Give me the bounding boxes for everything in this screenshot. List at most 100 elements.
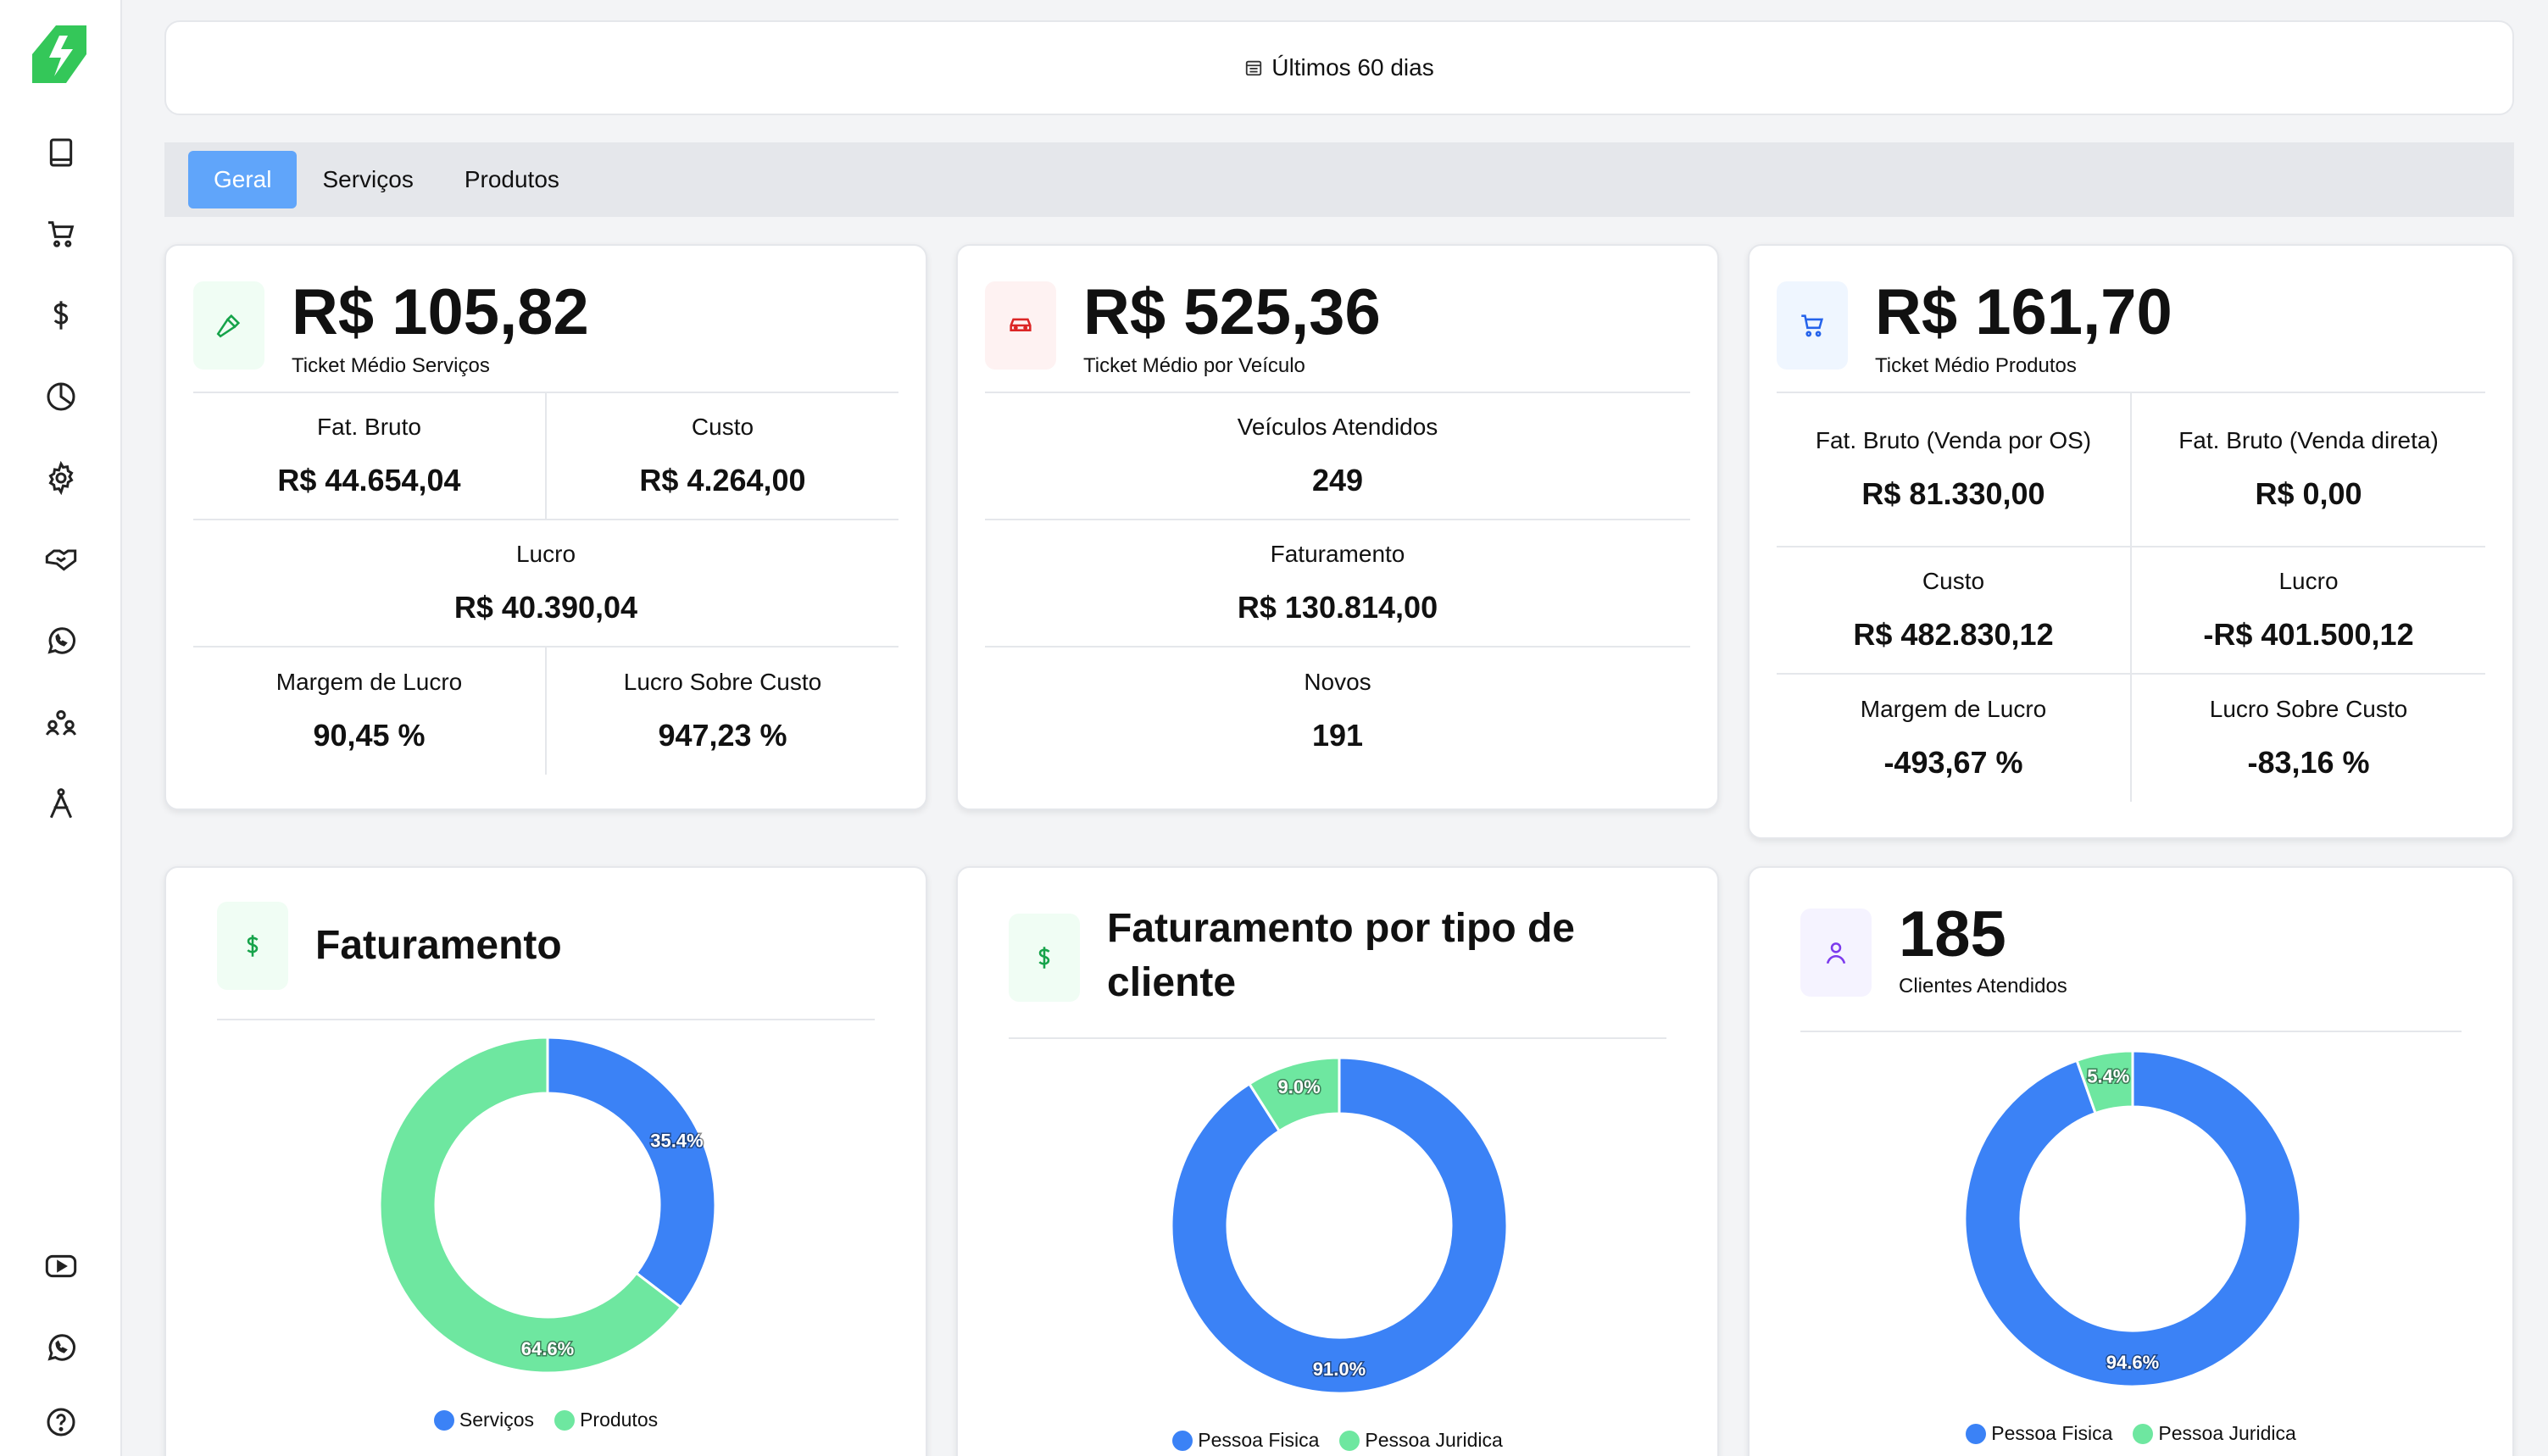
legend-swatch [1339,1430,1360,1451]
slice-label: 94.6% [2106,1352,2159,1373]
tab-produtos[interactable]: Produtos [439,151,585,208]
donut-slice-servi-os[interactable] [546,1036,717,1309]
legend-label: Pessoa Fisica [1198,1429,1320,1451]
sidebar [0,0,122,1456]
main-content: Últimos 60 dias Geral Serviços Produtos … [164,0,2514,1456]
stat-value: R$ 482.830,12 [1853,617,2054,652]
legend-swatch [554,1409,576,1431]
card-chart-faturamento: Faturamento 35.4% 64.6% Serviços Produtos [164,866,927,1456]
stat-label: Lucro [515,541,576,567]
ticket-servicos-value: R$ 105,82 [292,276,589,348]
sidebar-cart-icon[interactable] [34,207,88,261]
chart-legend: Pessoa Fisica Pessoa Juridica [1750,1422,2512,1445]
car-icon [985,281,1056,370]
legend-item-pessoa-juridica[interactable]: Pessoa Juridica [2133,1422,2296,1445]
user-icon [1800,909,1872,997]
legend-label: Serviços [459,1409,535,1431]
legend-item-pessoa-juridica[interactable]: Pessoa Juridica [1339,1429,1503,1452]
stat-label: Custo [1922,568,1985,594]
sidebar-pie-chart-icon[interactable] [34,370,88,424]
slice-label: 91.0% [1313,1359,1366,1380]
chart-legend: Serviços Produtos [166,1409,926,1431]
sidebar-users-icon[interactable] [34,695,88,749]
card-chart-clientes: 185 Clientes Atendidos 94.6% 5.4% Pessoa … [1748,866,2514,1456]
stat-label: Novos [1304,669,1371,695]
sidebar-whatsapp-icon[interactable] [34,614,88,668]
ticket-veiculo-label: Ticket Médio por Veículo [1083,354,1305,377]
stat-value: R$ 4.264,00 [639,463,806,497]
tab-bar: Geral Serviços Produtos [164,142,2514,217]
sidebar-whatsapp-support-icon[interactable] [34,1320,88,1375]
card-chart-tipo-cliente: Faturamento por tipo de cliente 91.0% 9.0… [956,866,1719,1456]
stat-label: Lucro Sobre Custo [623,669,822,695]
legend-item-produtos[interactable]: Produtos [554,1409,658,1431]
stat-label: Veículos Atendidos [1237,414,1438,440]
clientes-atendidos-count: 185 [1899,898,2006,970]
dollar-icon [217,902,288,990]
sidebar-handshake-icon[interactable] [34,532,88,586]
stat-value: 947,23 % [658,718,787,753]
stat-value: -493,67 % [1883,745,2023,780]
legend-label: Pessoa Juridica [1365,1429,1503,1451]
ticket-servicos-label: Ticket Médio Serviços [292,354,490,377]
hammer-icon [193,281,264,370]
card-ticket-produtos: R$ 161,70 Ticket Médio Produtos Fat. Bru… [1748,244,2514,839]
stat-label: Margem de Lucro [1860,696,2047,722]
chart-title: Faturamento por tipo de cliente [1107,906,1575,1005]
legend-swatch [1172,1430,1193,1451]
legend-item-pessoa-fisica[interactable]: Pessoa Fisica [1966,1422,2112,1445]
stat-label: Fat. Bruto (Venda direta) [2178,427,2439,453]
legend-label: Produtos [580,1409,659,1431]
stat-label: Custo [691,414,754,440]
card-ticket-veiculo: R$ 525,36 Ticket Médio por Veículo Veícu… [956,244,1719,810]
sidebar-youtube-icon[interactable] [34,1239,88,1293]
slice-label: 64.6% [521,1338,574,1359]
legend-item-pessoa-fisica[interactable]: Pessoa Fisica [1172,1429,1319,1452]
calendar-icon [1246,60,1262,76]
ticket-produtos-value: R$ 161,70 [1875,276,2172,348]
sidebar-dollar-icon[interactable] [34,288,88,342]
stat-label: Lucro Sobre Custo [2209,696,2408,722]
servicos-stats: Fat. Bruto R$ 44.654,04 Custo R$ 4.264,00 … [193,392,898,775]
logo-icon [32,25,86,83]
stat-label: Fat. Bruto [317,414,421,440]
produtos-stats: Fat. Bruto (Venda por OS) R$ 81.330,00 Fa… [1777,392,2485,802]
donut-chart-tipo-cliente[interactable]: 91.0% 9.0% [1166,1053,1512,1398]
legend-label: Pessoa Juridica [2158,1422,2296,1444]
tab-geral[interactable]: Geral [188,151,298,208]
card-ticket-servicos: R$ 105,82 Ticket Médio Serviços Fat. Bru… [164,244,927,810]
slice-label: 9.0% [1277,1076,1320,1098]
chart-title: Faturamento [315,923,562,968]
legend-item-servicos[interactable]: Serviços [433,1409,535,1431]
stat-label: Margem de Lucro [275,669,463,695]
stat-value: R$ 44.654,04 [277,463,461,497]
stat-value: -R$ 401.500,12 [2203,617,2414,652]
legend-swatch [2133,1423,2154,1444]
chart-title: Clientes Atendidos [1899,975,2067,998]
ticket-produtos-label: Ticket Médio Produtos [1875,354,2077,377]
date-filter-button[interactable]: Últimos 60 dias [164,20,2514,115]
stat-value: R$ 40.390,04 [453,590,638,625]
date-filter-label: Últimos 60 dias [1271,54,1434,81]
dollar-icon [1009,914,1080,1002]
sidebar-compass-icon[interactable] [34,776,88,831]
slice-label: 35.4% [650,1131,703,1152]
donut-chart-clientes[interactable]: 94.6% 5.4% [1960,1046,2306,1392]
legend-swatch [1966,1423,1987,1444]
stat-label: Lucro [2278,568,2339,594]
tab-servicos[interactable]: Serviços [297,151,438,208]
sidebar-gear-icon[interactable] [34,451,88,505]
veiculo-stats: Veículos Atendidos 249 Faturamento R$ 130.… [985,392,1690,775]
stat-label: Faturamento [1270,541,1405,567]
sidebar-book-icon[interactable] [34,125,88,180]
donut-chart-faturamento[interactable]: 35.4% 64.6% [375,1032,720,1378]
cart-icon [1777,281,1848,370]
legend-swatch [433,1409,454,1431]
ticket-veiculo-value: R$ 525,36 [1083,276,1381,348]
stat-value: -83,16 % [2247,745,2370,780]
app-logo[interactable] [25,24,97,85]
stat-value: 90,45 % [313,718,426,753]
stat-value: 191 [1311,718,1364,753]
stat-value: 249 [1311,463,1364,497]
sidebar-help-icon[interactable] [34,1395,88,1449]
